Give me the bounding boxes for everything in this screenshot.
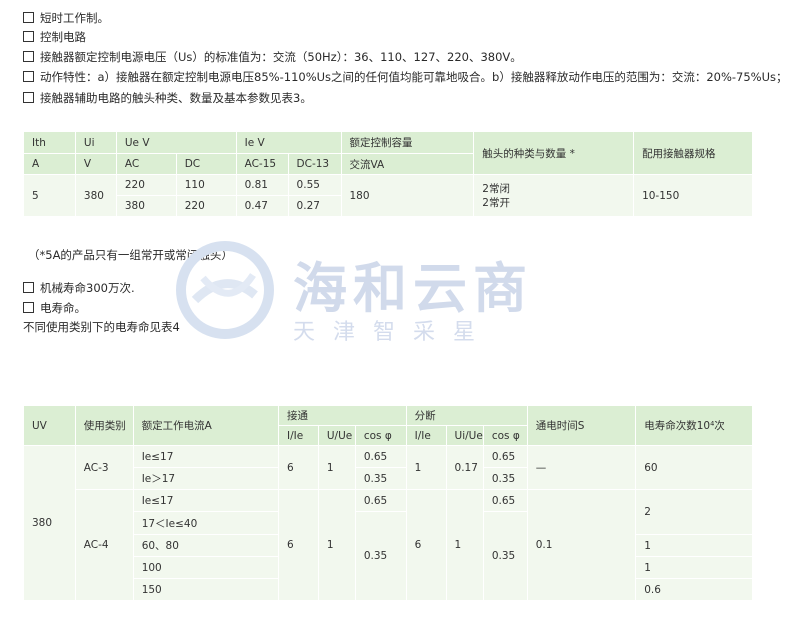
cell-life: 60 — [635, 445, 753, 490]
header-rated-capacity: 额定控制容量 — [340, 131, 475, 154]
footnote: （*5A的产品只有一组常开或常闭触头） — [28, 248, 233, 262]
cell-ith: 5 — [23, 174, 76, 217]
life-note: 不同使用类别下的电寿命见表4 — [23, 320, 180, 334]
header-ith: Ith — [23, 131, 76, 154]
cell-break-u: 1 — [445, 489, 484, 601]
electrical-life-table: UV 使用类别 额定工作电流A 接通 分断 通电时间S 电寿命次数10⁴次 I/… — [23, 405, 753, 601]
checklist-item: 接触器辅助电路的触头种类、数量及基本参数见表3。 — [23, 91, 312, 105]
cell-uv: 380 — [23, 445, 76, 601]
cell-life: 2 — [635, 489, 753, 535]
checkbox-icon — [23, 31, 34, 42]
cell-dc: 220 — [175, 195, 237, 217]
header-time: 通电时间S — [526, 405, 637, 446]
header-model: 配用接触器规格 — [633, 131, 753, 175]
cell-ac: 380 — [115, 195, 177, 217]
cell-make-cos: 0.35 — [354, 511, 407, 601]
checkbox-icon — [23, 12, 34, 23]
cell-current: 60、80 — [132, 534, 280, 557]
cell-life: 0.6 — [635, 578, 753, 601]
cell-ac: 220 — [115, 174, 177, 196]
cell-break-cos: 0.65 — [482, 445, 528, 468]
header-dc13: DC-13 — [287, 153, 342, 175]
cell-current: Ie＞17 — [132, 467, 280, 490]
cell-break-cos: 0.35 — [482, 511, 528, 601]
cell-dc: 110 — [175, 174, 237, 196]
checkbox-icon — [23, 92, 34, 103]
checkbox-icon — [23, 282, 34, 293]
header-ie: Ie V — [235, 131, 342, 154]
cell-break-i: 1 — [405, 445, 447, 490]
header-ue: Ue V — [115, 131, 237, 154]
header-life: 电寿命次数10⁴次 — [635, 405, 753, 446]
header-ac15: AC-15 — [235, 153, 289, 175]
cell-ac3: AC-3 — [74, 445, 134, 490]
checklist-item: 动作特性：a）接触器在额定控制电源电压85%-110%Us之间的任何值均能可靠地… — [23, 70, 788, 84]
cell-break-cos: 0.65 — [482, 489, 528, 512]
cell-life: 1 — [635, 534, 753, 557]
header-current: 额定工作电流A — [132, 405, 280, 446]
cell-ac15: 0.47 — [235, 195, 289, 217]
cell-ac4: AC-4 — [74, 489, 134, 601]
checkbox-icon — [23, 71, 34, 82]
checklist-item: 接触器额定控制电源电压（Us）的标准值为：交流（50Hz）：36、110、127… — [23, 50, 522, 64]
cell-contact: 2常闭 2常开 — [473, 174, 635, 217]
checklist-item: 控制电路 — [23, 30, 86, 44]
header-u-ue: U/Ue — [317, 425, 356, 446]
cell-time: — — [526, 445, 637, 490]
contact-nc: 2常闭 — [482, 182, 510, 195]
cell-make-u: 1 — [317, 445, 356, 490]
header-va: 交流VA — [340, 153, 475, 175]
cell-dc13: 0.55 — [287, 174, 342, 196]
checkbox-icon — [23, 302, 34, 313]
header-i-ie-break: I/Ie — [405, 425, 447, 446]
cell-time: 0.1 — [526, 489, 637, 601]
header-ui-ue: Ui/Ue — [445, 425, 484, 446]
cell-current: Ie≤17 — [132, 489, 280, 512]
cell-current: 150 — [132, 578, 280, 601]
header-cos: cos φ — [354, 425, 407, 446]
cell-current: 17＜Ie≤40 — [132, 511, 280, 535]
cell-ac15: 0.81 — [235, 174, 289, 196]
cell-ui: 380 — [74, 174, 117, 217]
watermark-title: 海和云商 — [293, 257, 533, 320]
header-contact: 触头的种类与数量 * — [473, 131, 635, 175]
cell-make-cos: 0.35 — [354, 467, 407, 490]
header-ac: AC — [115, 153, 177, 175]
header-cos-break: cos φ — [482, 425, 528, 446]
header-ui-unit: V — [74, 153, 117, 175]
header-ui: Ui — [74, 131, 117, 154]
checkbox-icon — [23, 51, 34, 62]
cell-current: Ie≤17 — [132, 445, 280, 468]
header-uv: UV — [23, 405, 76, 446]
cell-make-i: 6 — [278, 489, 319, 601]
cell-model: 10-150 — [633, 174, 753, 217]
header-make: 接通 — [278, 405, 407, 426]
cell-break-cos: 0.35 — [482, 467, 528, 490]
cell-dc13: 0.27 — [287, 195, 342, 217]
watermark: 海和云商 天津智采星 — [175, 240, 615, 360]
life-item: 机械寿命300万次. — [23, 281, 135, 295]
cell-break-u: 0.17 — [445, 445, 484, 490]
auxiliary-contact-table: Ith Ui Ue V Ie V 额定控制容量 触头的种类与数量 * 配用接触器… — [23, 131, 753, 217]
cell-make-u: 1 — [317, 489, 356, 601]
contact-no: 2常开 — [482, 196, 510, 209]
watermark-subtitle: 天津智采星 — [293, 320, 494, 345]
header-dc: DC — [175, 153, 237, 175]
cell-make-i: 6 — [278, 445, 319, 490]
header-ith-unit: A — [23, 153, 76, 175]
cell-make-cos: 0.65 — [354, 489, 407, 512]
cell-break-i: 6 — [405, 489, 447, 601]
cell-life: 1 — [635, 556, 753, 579]
header-break: 分断 — [405, 405, 528, 426]
cell-va: 180 — [340, 174, 475, 217]
header-category: 使用类别 — [74, 405, 134, 446]
checklist-item: 短时工作制。 — [23, 11, 109, 25]
cell-current: 100 — [132, 556, 280, 579]
header-i-ie: I/Ie — [278, 425, 319, 446]
cell-make-cos: 0.65 — [354, 445, 407, 468]
life-item: 电寿命。 — [23, 301, 86, 315]
